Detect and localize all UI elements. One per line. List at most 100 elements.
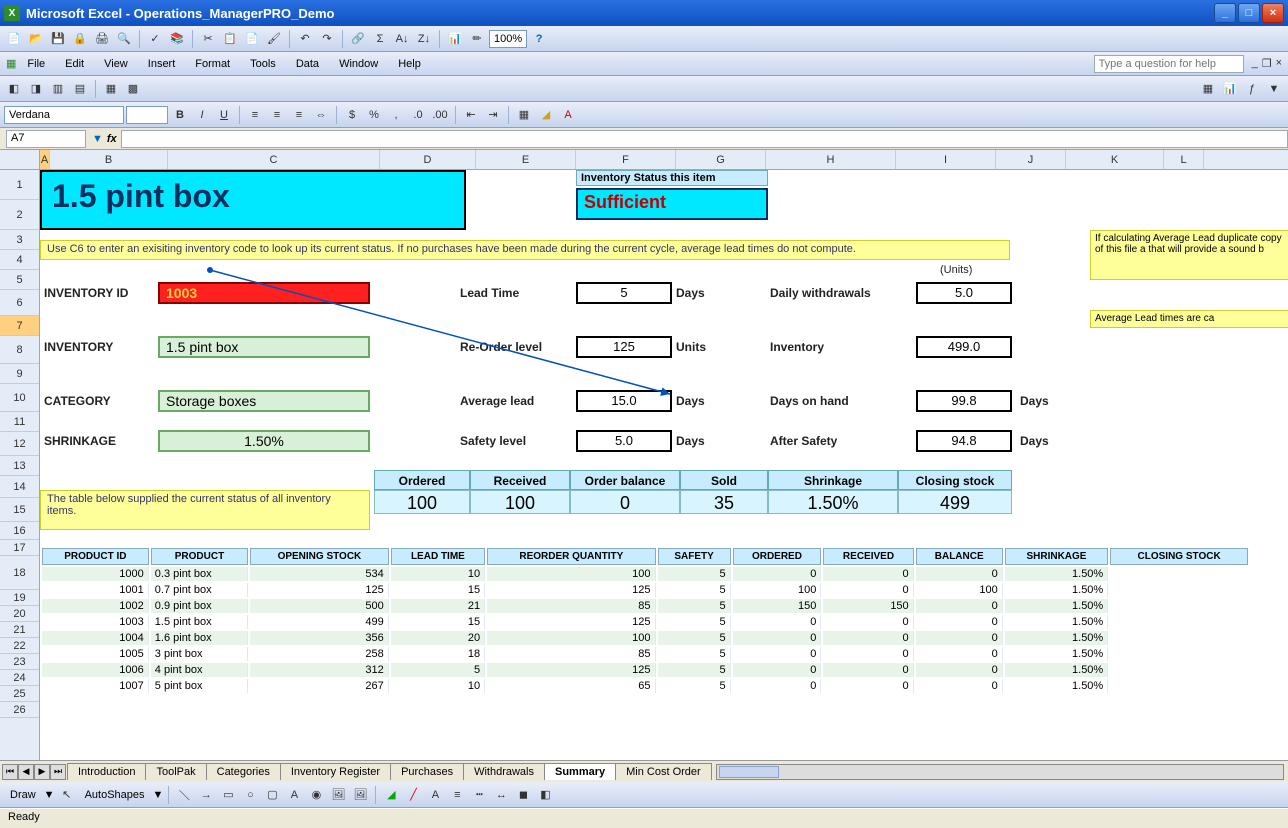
value-inventory-id[interactable]: 1003 — [158, 282, 370, 304]
rect-icon[interactable]: ▭ — [218, 785, 238, 805]
oval-icon[interactable]: ○ — [240, 785, 260, 805]
spreadsheet-grid[interactable]: 1.5 pint box Inventory Status this item … — [40, 170, 1288, 760]
align-right-icon[interactable]: ≡ — [289, 105, 309, 125]
row-15[interactable]: 15 — [0, 498, 39, 522]
3d-icon[interactable]: ◧ — [535, 785, 555, 805]
help-icon[interactable]: ? — [529, 29, 549, 49]
btn-f[interactable]: ▩ — [123, 79, 143, 99]
sort-desc-icon[interactable]: Z↓ — [414, 29, 434, 49]
row-22[interactable]: 22 — [0, 638, 39, 654]
row-10[interactable]: 10 — [0, 384, 39, 412]
font-select[interactable]: Verdana — [4, 106, 124, 124]
zoom-select[interactable]: 100% — [489, 30, 527, 48]
doc-minimize-icon[interactable]: _ — [1252, 57, 1258, 70]
select-objects-icon[interactable]: ↖ — [57, 785, 77, 805]
line-style-icon[interactable]: ≡ — [447, 785, 467, 805]
value-lead-time[interactable]: 5 — [576, 282, 672, 304]
table-row[interactable]: 10010.7 pint box12515125510001001.50% — [42, 583, 1248, 597]
bold-icon[interactable]: B — [170, 105, 190, 125]
fill-color-icon[interactable]: ◢ — [536, 105, 556, 125]
align-center-icon[interactable]: ≡ — [267, 105, 287, 125]
col-F[interactable]: F — [576, 150, 676, 169]
tab-next-icon[interactable]: ▶ — [34, 764, 50, 780]
menu-tools[interactable]: Tools — [241, 54, 285, 74]
picture-icon[interactable]: 🖼 — [350, 785, 370, 805]
col-B[interactable]: B — [50, 150, 168, 169]
sheet-tab-inventory-register[interactable]: Inventory Register — [280, 763, 391, 780]
row-16[interactable]: 16 — [0, 522, 39, 540]
row-3[interactable]: 3 — [0, 230, 39, 250]
row-5[interactable]: 5 — [0, 270, 39, 290]
excel-doc-icon[interactable]: ▦ — [6, 57, 16, 70]
currency-icon[interactable]: $ — [342, 105, 362, 125]
filter-icon[interactable]: ▼ — [1264, 79, 1284, 99]
doc-close-icon[interactable]: × — [1276, 57, 1282, 70]
col-K[interactable]: K — [1066, 150, 1164, 169]
sheet-tab-withdrawals[interactable]: Withdrawals — [463, 763, 545, 780]
menu-file[interactable]: File — [18, 54, 54, 74]
sheet-tab-summary[interactable]: Summary — [544, 763, 616, 780]
row-19[interactable]: 19 — [0, 590, 39, 606]
wordart-icon[interactable]: A — [284, 785, 304, 805]
table-row[interactable]: 10041.6 pint box3562010050001.50% — [42, 631, 1248, 645]
copy-icon[interactable]: 📋 — [220, 29, 240, 49]
font-size-select[interactable] — [126, 106, 168, 124]
underline-icon[interactable]: U — [214, 105, 234, 125]
research-icon[interactable]: 📚 — [167, 29, 187, 49]
row-6[interactable]: 6 — [0, 290, 39, 316]
col-E[interactable]: E — [476, 150, 576, 169]
row-20[interactable]: 20 — [0, 606, 39, 622]
sheet-tab-min-cost-order[interactable]: Min Cost Order — [615, 763, 712, 780]
row-17[interactable]: 17 — [0, 540, 39, 556]
col-A[interactable]: A — [40, 150, 50, 169]
btn-b[interactable]: ◨ — [26, 79, 46, 99]
table-row[interactable]: 10075 pint box267106550001.50% — [42, 679, 1248, 693]
permission-icon[interactable]: 🔒 — [70, 29, 90, 49]
new-icon[interactable]: 📄 — [4, 29, 24, 49]
font-color-icon[interactable]: A — [558, 105, 578, 125]
font-color2-icon[interactable]: A — [425, 785, 445, 805]
save-icon[interactable]: 💾 — [48, 29, 68, 49]
autoshapes-menu[interactable]: AutoShapes — [79, 789, 151, 801]
btn-a[interactable]: ◧ — [4, 79, 24, 99]
close-button[interactable]: × — [1262, 3, 1284, 23]
name-box[interactable]: A7 — [6, 130, 86, 148]
draw-menu[interactable]: Draw — [4, 789, 42, 801]
arrow-style-icon[interactable]: ↔ — [491, 785, 511, 805]
menu-window[interactable]: Window — [330, 54, 387, 74]
row-1[interactable]: 1 — [0, 170, 39, 200]
row-13[interactable]: 13 — [0, 456, 39, 476]
fx-icon-label[interactable]: fx — [107, 133, 117, 145]
col-G[interactable]: G — [676, 150, 766, 169]
btn-e[interactable]: ▦ — [101, 79, 121, 99]
table-row[interactable]: 10053 pint box258188550001.50% — [42, 647, 1248, 661]
fx-icon[interactable]: ƒ — [1242, 79, 1262, 99]
undo-icon[interactable]: ↶ — [295, 29, 315, 49]
minimize-button[interactable]: _ — [1214, 3, 1236, 23]
cut-icon[interactable]: ✂ — [198, 29, 218, 49]
menu-data[interactable]: Data — [287, 54, 328, 74]
row-11[interactable]: 11 — [0, 412, 39, 432]
formula-bar[interactable] — [121, 130, 1288, 148]
print-preview-icon[interactable]: 🔍 — [114, 29, 134, 49]
col-D[interactable]: D — [380, 150, 476, 169]
row-8[interactable]: 8 — [0, 336, 39, 364]
tab-first-icon[interactable]: ⏮ — [2, 764, 18, 780]
align-left-icon[interactable]: ≡ — [245, 105, 265, 125]
open-icon[interactable]: 📂 — [26, 29, 46, 49]
sheet-tab-toolpak[interactable]: ToolPak — [145, 763, 206, 780]
format-painter-icon[interactable]: 🖌 — [264, 29, 284, 49]
arrow-icon[interactable]: → — [196, 785, 216, 805]
doc-restore-icon[interactable]: ❐ — [1262, 57, 1272, 70]
sheet-tab-purchases[interactable]: Purchases — [390, 763, 464, 780]
print-icon[interactable]: 🖨 — [92, 29, 112, 49]
menu-view[interactable]: View — [95, 54, 137, 74]
col-J[interactable]: J — [996, 150, 1066, 169]
inc-decimal-icon[interactable]: .0 — [408, 105, 428, 125]
dash-style-icon[interactable]: ┅ — [469, 785, 489, 805]
hyperlink-icon[interactable]: 🔗 — [348, 29, 368, 49]
col-C[interactable]: C — [168, 150, 380, 169]
table-row[interactable]: 10064 pint box312512550001.50% — [42, 663, 1248, 677]
diagram-icon[interactable]: ◉ — [306, 785, 326, 805]
sheet-tab-categories[interactable]: Categories — [206, 763, 281, 780]
